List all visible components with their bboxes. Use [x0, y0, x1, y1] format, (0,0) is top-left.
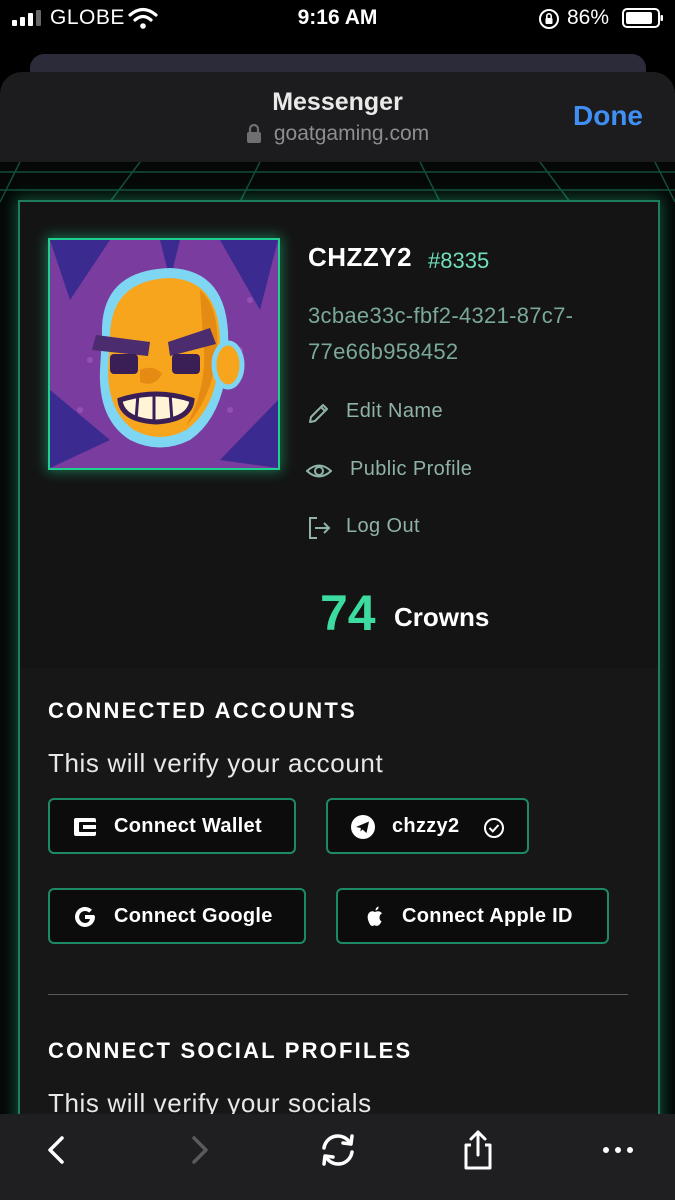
accounts-section: CONNECTED ACCOUNTS This will verify your… — [20, 668, 658, 1114]
google-icon — [75, 906, 95, 927]
log-out-label: Log Out — [346, 515, 420, 537]
avatar-image — [50, 240, 278, 468]
done-button[interactable]: Done — [573, 100, 643, 132]
user-tag: #8335 — [428, 248, 490, 273]
pencil-icon — [309, 404, 328, 423]
social-profiles-subtitle: This will verify your socials — [48, 1088, 372, 1114]
connected-accounts-subtitle: This will verify your account — [48, 748, 384, 778]
more-icon[interactable] — [596, 1128, 640, 1172]
social-profiles-heading: CONNECT SOCIAL PROFILES — [48, 1038, 413, 1063]
share-icon[interactable] — [456, 1128, 500, 1172]
status-bar: GLOBE 9:16 AM 86% — [0, 0, 675, 40]
user-id: 3cbae33c-fbf2-4321-87c7-77e66b958452 — [308, 303, 574, 364]
connect-google-label: Connect Google — [114, 905, 273, 927]
connect-wallet-button[interactable]: Connect Wallet — [48, 798, 296, 854]
telegram-username: chzzy2 — [392, 815, 460, 837]
battery-icon — [622, 8, 663, 28]
connect-wallet-label: Connect Wallet — [114, 815, 262, 837]
connect-apple-label: Connect Apple ID — [402, 905, 573, 927]
browser-header: Messenger goatgaming.com Done — [0, 72, 675, 162]
telegram-icon — [351, 815, 375, 839]
url-text: goatgaming.com — [273, 122, 430, 145]
check-circle-icon — [484, 818, 504, 838]
lock-icon — [246, 123, 261, 143]
avatar[interactable] — [48, 238, 280, 470]
logout-icon — [309, 517, 331, 539]
crowns-count: 74 — [320, 585, 376, 641]
profile-panel: CHZZY2 #8335 3cbae33c-fbf2-4321-87c7-77e… — [18, 200, 660, 1114]
wallet-icon — [74, 818, 96, 836]
username: CHZZY2 — [308, 242, 413, 272]
reload-icon[interactable] — [316, 1128, 360, 1172]
apple-icon — [367, 906, 382, 926]
edit-name-label: Edit Name — [346, 400, 443, 422]
connected-accounts-heading: CONNECTED ACCOUNTS — [48, 698, 357, 723]
connect-google-button[interactable]: Connect Google — [48, 888, 306, 944]
orientation-lock-icon — [539, 9, 559, 29]
public-profile-label: Public Profile — [350, 458, 473, 480]
back-icon[interactable] — [36, 1128, 80, 1172]
eye-icon — [306, 464, 332, 478]
forward-icon[interactable] — [176, 1128, 220, 1172]
telegram-account-button[interactable]: chzzy2 — [326, 798, 529, 854]
connect-apple-button[interactable]: Connect Apple ID — [336, 888, 609, 944]
browser-toolbar — [0, 1114, 675, 1200]
battery-percent: 86% — [567, 6, 610, 29]
section-divider — [48, 994, 628, 995]
crowns-label: Crowns — [394, 602, 490, 632]
web-content: CHZZY2 #8335 3cbae33c-fbf2-4321-87c7-77e… — [0, 162, 675, 1114]
